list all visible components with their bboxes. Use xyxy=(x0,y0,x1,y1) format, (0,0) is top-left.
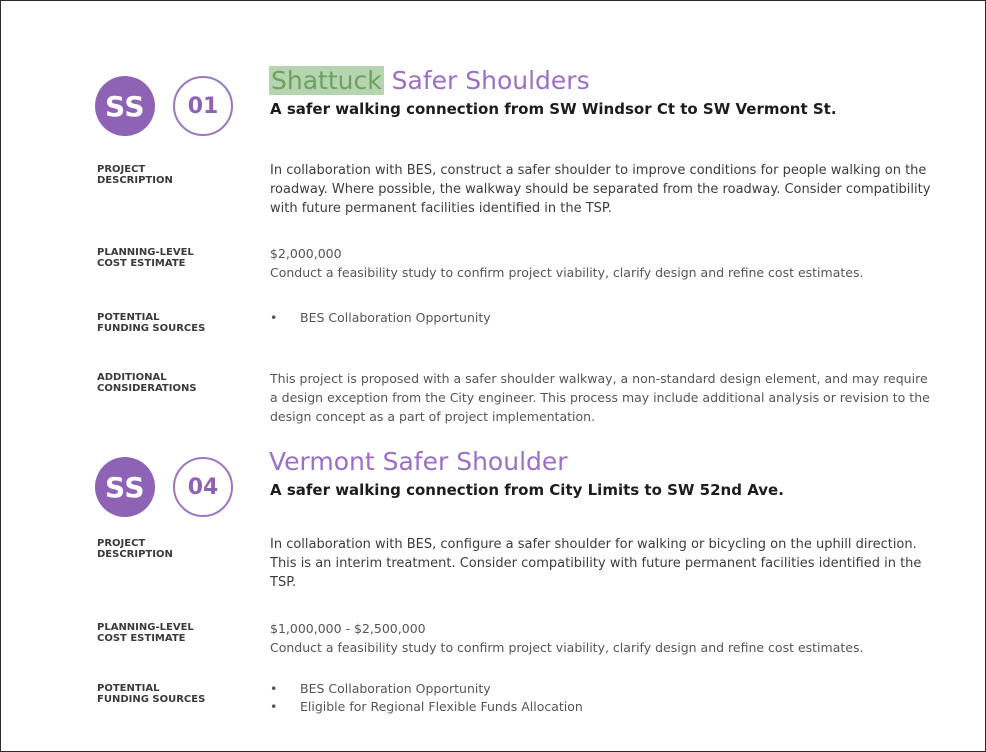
project-description-text: In collaboration with BES, construct a s… xyxy=(270,163,931,216)
list-item: • BES Collaboration Opportunity xyxy=(270,680,935,698)
list-item-text: BES Collaboration Opportunity xyxy=(300,310,491,325)
row-label: ADDITIONAL CONSIDERATIONS xyxy=(97,372,247,394)
label-line: FUNDING SOURCES xyxy=(97,694,206,705)
label-line: PLANNING-LEVEL xyxy=(97,622,194,633)
funding-sources-list: • BES Collaboration Opportunity xyxy=(270,309,935,327)
row-label: PROJECT DESCRIPTION xyxy=(97,538,247,560)
row-label: POTENTIAL FUNDING SOURCES xyxy=(97,683,247,705)
bullet-icon: • xyxy=(270,681,278,696)
label-line: DESCRIPTION xyxy=(97,549,173,560)
cost-estimate-content: $2,000,000 Conduct a feasibility study t… xyxy=(270,244,935,282)
funding-sources-list: • BES Collaboration Opportunity • Eligible… xyxy=(270,680,935,716)
project-title: Vermont Safer Shoulder xyxy=(269,447,568,476)
label-line: COST ESTIMATE xyxy=(97,633,186,644)
bullet-icon: • xyxy=(270,699,278,714)
cost-value: $2,000,000 xyxy=(270,246,342,261)
label-line: DESCRIPTION xyxy=(97,175,173,186)
project-badges: SS 01 xyxy=(95,76,245,136)
category-badge: SS xyxy=(95,76,155,136)
label-line: POTENTIAL xyxy=(97,683,160,694)
row-label: POTENTIAL FUNDING SOURCES xyxy=(97,312,247,334)
label-line: POTENTIAL xyxy=(97,312,160,323)
list-item-text: BES Collaboration Opportunity xyxy=(300,681,491,696)
label-line: COST ESTIMATE xyxy=(97,258,186,269)
cost-value: $1,000,000 - $2,500,000 xyxy=(270,621,426,636)
cost-note: Conduct a feasibility study to confirm p… xyxy=(270,265,864,280)
label-line: FUNDING SOURCES xyxy=(97,323,206,334)
label-line: ADDITIONAL xyxy=(97,372,167,383)
label-line: PLANNING-LEVEL xyxy=(97,247,194,258)
project-subtitle: A safer walking connection from City Lim… xyxy=(270,481,784,499)
project-title-rest: Safer Shoulders xyxy=(383,66,590,95)
bullet-icon: • xyxy=(270,310,278,325)
project-subtitle: A safer walking connection from SW Winds… xyxy=(270,100,837,118)
row-label: PROJECT DESCRIPTION xyxy=(97,164,247,186)
list-item: • Eligible for Regional Flexible Funds Al… xyxy=(270,698,935,716)
project-description-text: In collaboration with BES, configure a s… xyxy=(270,537,922,590)
search-highlight: Shattuck xyxy=(269,66,384,95)
document-page: SS 01 Shattuck Safer Shoulders A safer w… xyxy=(0,0,986,752)
project-title: Shattuck Safer Shoulders xyxy=(269,66,590,95)
list-item-text: Eligible for Regional Flexible Funds All… xyxy=(300,699,583,714)
list-item: • BES Collaboration Opportunity xyxy=(270,309,935,327)
label-line: CONSIDERATIONS xyxy=(97,383,197,394)
label-line: PROJECT xyxy=(97,538,146,549)
cost-estimate-content: $1,000,000 - $2,500,000 Conduct a feasib… xyxy=(270,619,935,657)
label-line: PROJECT xyxy=(97,164,146,175)
category-badge: SS xyxy=(95,457,155,517)
project-number-badge: 01 xyxy=(173,76,233,136)
project-number-badge: 04 xyxy=(173,457,233,517)
row-label: PLANNING-LEVEL COST ESTIMATE xyxy=(97,247,247,269)
project-badges: SS 04 xyxy=(95,457,245,517)
row-label: PLANNING-LEVEL COST ESTIMATE xyxy=(97,622,247,644)
cost-note: Conduct a feasibility study to confirm p… xyxy=(270,640,864,655)
additional-considerations-text: This project is proposed with a safer sh… xyxy=(270,371,930,424)
